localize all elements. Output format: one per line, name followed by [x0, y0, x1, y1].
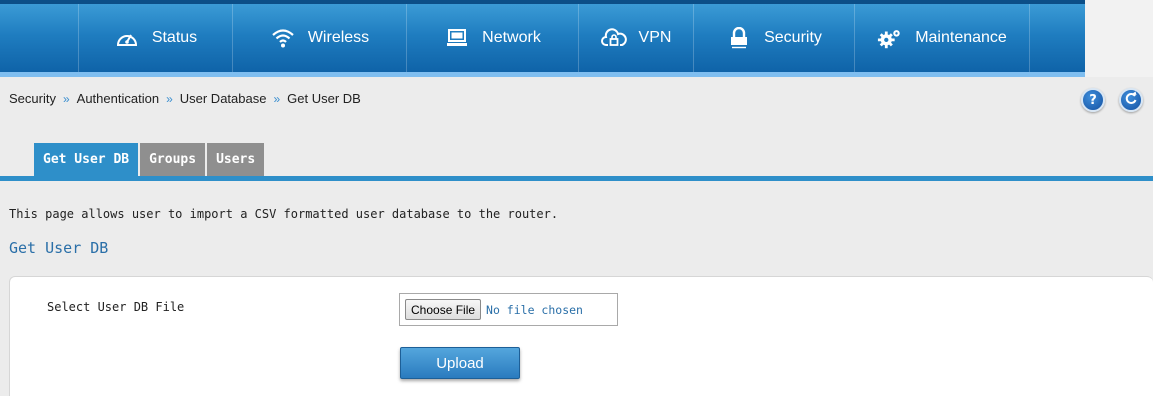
tab-bar: Get User DB Groups Users	[34, 143, 265, 176]
nav-label: Network	[482, 29, 541, 46]
lock-icon	[726, 26, 752, 50]
tab-get-user-db[interactable]: Get User DB	[34, 143, 139, 176]
nav-bar: Status Wireless Network VPN Security Mai…	[0, 0, 1085, 72]
help-icon: ?	[1089, 92, 1097, 108]
dashboard-icon	[114, 26, 140, 50]
choose-file-button[interactable]: Choose File	[405, 299, 482, 320]
breadcrumb: Security » Authentication » User Databas…	[9, 91, 361, 106]
gears-icon	[877, 26, 903, 50]
breadcrumb-get-user-db: Get User DB	[287, 91, 361, 106]
breadcrumb-security[interactable]: Security	[9, 91, 56, 106]
nav-item-maintenance[interactable]: Maintenance	[854, 4, 1029, 72]
nav-label: Maintenance	[915, 29, 1007, 46]
page-description: This page allows user to import a CSV fo…	[9, 207, 559, 221]
help-button[interactable]: ?	[1081, 88, 1105, 112]
nav-item-network[interactable]: Network	[406, 4, 578, 72]
monitor-icon	[444, 26, 470, 50]
nav-item-wireless[interactable]: Wireless	[232, 4, 406, 72]
top-navigation: Status Wireless Network VPN Security Mai…	[0, 0, 1153, 77]
file-status-text: No file chosen	[486, 302, 583, 317]
tab-groups[interactable]: Groups	[140, 143, 206, 176]
nav-label: Status	[151, 29, 198, 46]
nav-label: Security	[764, 29, 822, 46]
upload-button[interactable]: Upload	[400, 347, 520, 379]
cloud-lock-icon	[600, 26, 627, 50]
refresh-button[interactable]	[1119, 88, 1143, 112]
select-file-label: Select User DB File	[47, 300, 185, 314]
breadcrumb-separator: »	[166, 91, 173, 106]
nav-item-status[interactable]: Status	[78, 4, 232, 72]
section-title: Get User DB	[9, 239, 109, 257]
wifi-icon	[270, 26, 296, 50]
nav-accent-line	[0, 72, 1085, 77]
form-panel: Select User DB File Choose File No file …	[9, 276, 1153, 396]
breadcrumb-separator: »	[273, 91, 281, 106]
breadcrumb-separator: »	[62, 91, 70, 106]
breadcrumb-user-database[interactable]: User Database	[180, 91, 267, 106]
file-input[interactable]: Choose File No file chosen	[399, 293, 618, 326]
tab-users[interactable]: Users	[207, 143, 265, 176]
nav-menu: Status Wireless Network VPN Security Mai…	[0, 4, 1085, 72]
nav-label: Wireless	[307, 29, 370, 46]
breadcrumb-authentication[interactable]: Authentication	[77, 91, 159, 106]
tab-underline	[0, 176, 1153, 181]
nav-item-vpn[interactable]: VPN	[578, 4, 693, 72]
refresh-icon	[1124, 91, 1138, 109]
nav-label: VPN	[638, 29, 672, 46]
nav-item-security[interactable]: Security	[693, 4, 854, 72]
